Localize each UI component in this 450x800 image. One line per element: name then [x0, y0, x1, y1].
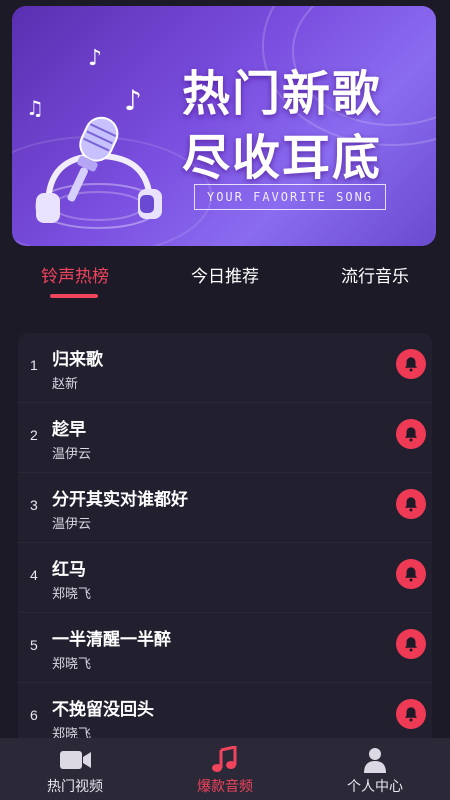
bell-icon[interactable]: [396, 349, 426, 379]
active-tab-indicator: [50, 294, 98, 298]
song-title: 归来歌: [52, 350, 103, 370]
person-icon: [364, 748, 386, 773]
list-item[interactable]: 2 趁早 温伊云: [18, 403, 432, 473]
banner-title-line1: 热门新歌: [182, 66, 383, 122]
song-index: 4: [30, 567, 38, 583]
nav-personal-center[interactable]: 个人中心: [300, 738, 450, 800]
bell-icon[interactable]: [396, 629, 426, 659]
song-artist: 温伊云: [52, 517, 92, 532]
song-title: 一半清醒一半醉: [52, 630, 171, 650]
list-item[interactable]: 4 红马 郑晓飞: [18, 543, 432, 613]
list-item[interactable]: 5 一半清醒一半醉 郑晓飞: [18, 613, 432, 683]
hero-banner[interactable]: ♪ ♫ ♪ 热门新歌 尽收耳底 YOUR FAVORITE SONG: [12, 6, 436, 246]
bell-icon[interactable]: [396, 559, 426, 589]
banner-subtitle: YOUR FAVORITE SONG: [194, 184, 386, 210]
song-artist: 赵新: [52, 377, 79, 392]
song-list: 1 归来歌 赵新 2 趁早 温伊云 3 分开其实对谁都好 温伊云 4 红马 郑晓…: [18, 333, 432, 753]
nav-label: 热门视频: [47, 779, 103, 795]
song-artist: 郑晓飞: [52, 657, 92, 672]
song-title: 不挽留没回头: [52, 700, 154, 720]
nav-label: 爆款音频: [197, 779, 253, 795]
tab-ringtone-chart[interactable]: 铃声热榜: [20, 262, 130, 287]
song-artist: 温伊云: [52, 447, 92, 462]
bottom-navigation: 热门视频 爆款音频 个人中心: [0, 738, 450, 800]
bell-icon[interactable]: [396, 419, 426, 449]
tab-today-recommend[interactable]: 今日推荐: [170, 262, 280, 287]
tab-pop-music[interactable]: 流行音乐: [320, 262, 430, 287]
song-artist: 郑晓飞: [52, 587, 92, 602]
banner-title-line2: 尽收耳底: [182, 130, 383, 186]
list-item[interactable]: 1 归来歌 赵新: [18, 333, 432, 403]
music-note-icon: [212, 746, 237, 772]
song-title: 分开其实对谁都好: [52, 490, 188, 510]
video-camera-icon: [60, 751, 91, 769]
song-title: 红马: [52, 560, 86, 580]
category-tabs: 铃声热榜 今日推荐 流行音乐: [0, 262, 450, 302]
music-note-icon: ♪: [88, 46, 103, 71]
song-index: 5: [30, 637, 38, 653]
list-item[interactable]: 3 分开其实对谁都好 温伊云: [18, 473, 432, 543]
nav-label: 个人中心: [347, 779, 403, 795]
song-index: 2: [30, 427, 38, 443]
song-title: 趁早: [52, 420, 86, 440]
song-index: 3: [30, 497, 38, 513]
nav-hit-audio[interactable]: 爆款音频: [150, 738, 300, 800]
nav-hot-videos[interactable]: 热门视频: [0, 738, 150, 800]
bell-icon[interactable]: [396, 489, 426, 519]
song-index: 1: [30, 357, 38, 373]
bell-icon[interactable]: [396, 699, 426, 729]
song-index: 6: [30, 707, 38, 723]
microphone-icon: [35, 116, 162, 229]
